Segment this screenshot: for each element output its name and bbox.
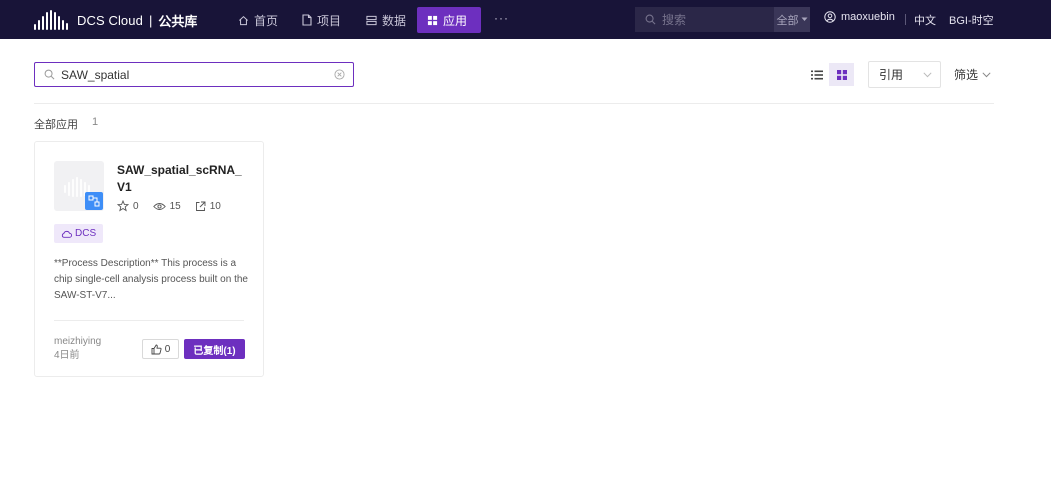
database-icon (366, 15, 377, 25)
home-icon (239, 15, 248, 25)
nav-label: 项目 (317, 13, 342, 28)
workflow-badge-icon (85, 192, 103, 210)
chevron-down-icon (923, 72, 932, 78)
sort-label: 引用 (879, 68, 904, 82)
app-thumbnail (54, 161, 104, 211)
section-count: 1 (92, 116, 99, 128)
app-name: DCS Cloud (77, 12, 143, 28)
nav-label: 首页 (254, 13, 279, 28)
list-view-button[interactable] (805, 63, 829, 86)
thumbs-up-icon (151, 344, 162, 354)
card-divider (54, 320, 244, 321)
app-card[interactable]: SAW_spatial_scRNA_V1 0 15 10 DCS **Proce… (34, 141, 264, 377)
search-icon (645, 14, 656, 25)
clear-icon[interactable] (334, 69, 345, 80)
global-search-input[interactable]: 搜索 (635, 7, 774, 32)
app-search-input[interactable] (61, 67, 321, 82)
search-placeholder: 搜索 (662, 13, 687, 27)
search-icon (44, 69, 55, 80)
organization-switch[interactable]: BGI-时空 (949, 12, 994, 28)
section-title: 全部应用 (34, 119, 78, 131)
language-switch[interactable]: 中文 (914, 12, 936, 28)
nav-item-apps[interactable]: 应用 (417, 7, 481, 33)
nav-item-projects[interactable]: 项目 (292, 7, 351, 33)
like-count: 0 (164, 343, 171, 355)
reference-count: 10 (195, 201, 221, 212)
copy-button[interactable]: 已复制(1) (184, 339, 245, 359)
section-name: 公共库 (158, 13, 198, 29)
updated-time: 4日前 (54, 350, 80, 361)
nav-label: 数据 (382, 13, 407, 28)
view-count-value: 15 (169, 200, 181, 212)
logo-icon (34, 10, 68, 30)
sort-select[interactable]: 引用 (868, 61, 941, 88)
star-icon (117, 200, 129, 212)
more-menu[interactable]: ··· (494, 11, 509, 25)
nav-label: 应用 (443, 13, 468, 28)
user-menu[interactable]: maoxuebin (824, 11, 895, 23)
reference-count-value: 10 (209, 200, 221, 212)
nav-item-data[interactable]: 数据 (356, 7, 416, 33)
eye-icon (152, 202, 166, 210)
grid-view-button[interactable] (829, 63, 854, 86)
author-name: meizhiying (54, 336, 102, 347)
grid-icon (836, 69, 847, 80)
grid-icon (427, 15, 438, 25)
user-icon (824, 11, 836, 23)
cloud-icon (61, 230, 72, 238)
username: maoxuebin (841, 11, 895, 23)
external-link-icon (195, 201, 206, 211)
nav-item-home[interactable]: 首页 (228, 7, 288, 33)
star-count[interactable]: 0 (117, 200, 139, 212)
search-scope-label: 全部 (776, 14, 799, 27)
top-navbar: DCS Cloud | 公共库 首页 项目 数据 应用 ··· 搜索 全部 ma… (0, 0, 1051, 39)
toolbar-divider (34, 103, 994, 104)
app-title[interactable]: SAW_spatial_scRNA_V1 (117, 162, 247, 196)
platform-tag-label: DCS (75, 228, 97, 239)
caret-down-icon (801, 17, 807, 21)
logo-separator: | (148, 12, 153, 28)
filter-button[interactable]: 筛选 (954, 66, 991, 83)
list-icon (811, 70, 823, 79)
star-count-value: 0 (133, 200, 139, 212)
filter-label: 筛选 (954, 68, 979, 82)
app-description: **Process Description** This process is … (54, 258, 248, 301)
platform-tag: DCS (54, 224, 104, 243)
header-divider (905, 14, 906, 25)
app-stats: 0 15 10 (117, 200, 235, 212)
app-search-field[interactable] (34, 62, 354, 87)
chevron-down-icon (982, 71, 991, 77)
file-icon (302, 14, 312, 26)
view-count: 15 (152, 200, 181, 212)
app-meta: meizhiying 4日前 (54, 335, 101, 363)
logo[interactable]: DCS Cloud | 公共库 (34, 9, 197, 31)
search-scope-select[interactable]: 全部 (774, 7, 810, 32)
like-button[interactable]: 0 (142, 339, 179, 359)
